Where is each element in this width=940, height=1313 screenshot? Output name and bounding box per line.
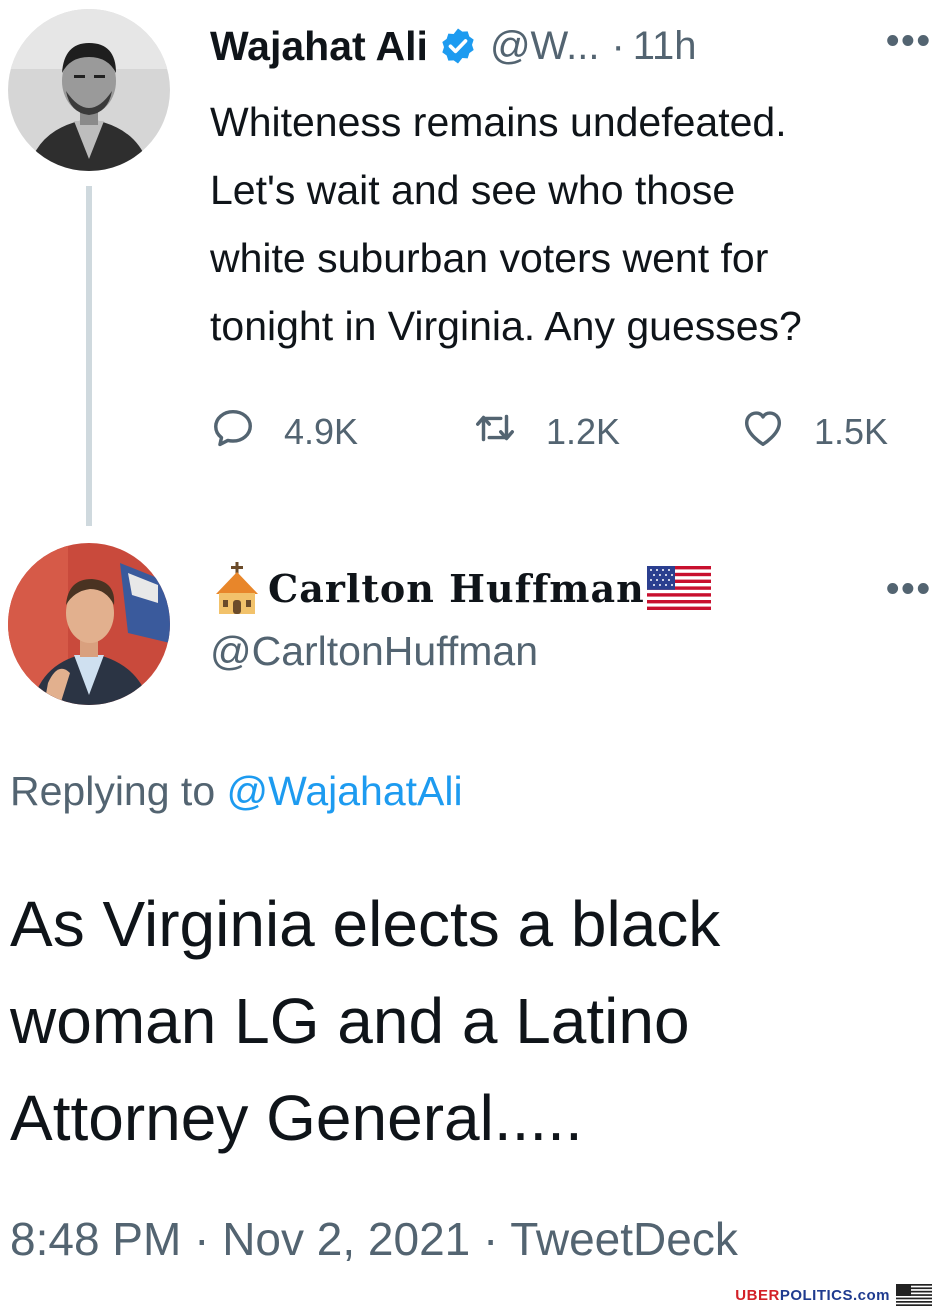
tweet1-body: Whiteness remains undefeated. Let's wait… [210, 88, 935, 360]
tweet1-line: Whiteness remains undefeated. [210, 99, 787, 145]
us-flag-icon [896, 1284, 932, 1306]
speech-bubble-icon [210, 405, 256, 460]
tweet-time[interactable]: 11h [633, 24, 697, 69]
tweet1-action-bar: 4.9K 1.2K 1.5K [210, 404, 930, 460]
tweet2-line: woman LG and a Latino [10, 985, 690, 1057]
tweet2-header: Carlton Huffman [210, 560, 711, 616]
avatar-wajahat-ali[interactable] [8, 9, 170, 171]
retweet-count: 1.2K [546, 411, 621, 452]
author-name[interactable]: Wajahat Ali [210, 23, 428, 70]
tweet1-line: Let's wait and see who those [210, 167, 736, 213]
tweet2-line: Attorney General..... [10, 1082, 583, 1154]
retweet-arrows-icon [472, 405, 518, 460]
more-options-icon[interactable]: ••• [886, 22, 932, 60]
avatar-carlton-huffman[interactable] [8, 543, 170, 705]
watermark: UBER POLITICS .com [735, 1283, 932, 1307]
tweet-timestamp[interactable]: 8:48 PM · Nov 2, 2021 · TweetDeck [10, 1212, 738, 1266]
author-handle[interactable]: @CarltonHuffman [210, 628, 538, 675]
watermark-part: .com [852, 1286, 890, 1304]
avatar-photo-bw [8, 9, 170, 171]
tweet1-header: Wajahat Ali @W... · 11h [210, 18, 697, 74]
thread-connector-line [86, 186, 92, 526]
reply-count: 4.9K [284, 411, 359, 452]
tweet2-line: As Virginia elects a black [10, 888, 721, 960]
like-count: 1.5K [814, 411, 889, 452]
tweet2-body: As Virginia elects a black woman LG and … [10, 876, 930, 1167]
tweet1-line: white suburban voters went for [210, 235, 769, 281]
author-name[interactable]: Carlton Huffman [268, 566, 645, 611]
church-emoji-icon [210, 560, 264, 616]
tweet1-line: tonight in Virginia. Any guesses? [210, 303, 802, 349]
separator-dot: · [611, 23, 625, 68]
watermark-part: UBER [735, 1286, 780, 1304]
retweet-button[interactable]: 1.2K [472, 404, 620, 460]
us-flag-emoji-icon [646, 566, 711, 610]
reply-button[interactable]: 4.9K [210, 404, 358, 460]
verified-badge-icon [438, 26, 478, 66]
watermark-part: POLITICS [779, 1286, 853, 1304]
more-options-icon[interactable]: ••• [886, 570, 932, 608]
heart-outline-icon [740, 405, 786, 460]
replying-to-label: Replying to [10, 768, 216, 814]
author-handle[interactable]: @W... [490, 24, 600, 69]
like-button[interactable]: 1.5K [740, 404, 888, 460]
avatar-photo-color [8, 543, 170, 705]
replying-to-mention-link[interactable]: @WajahatAli [227, 768, 463, 814]
replying-to-line: Replying to @WajahatAli [10, 768, 463, 815]
